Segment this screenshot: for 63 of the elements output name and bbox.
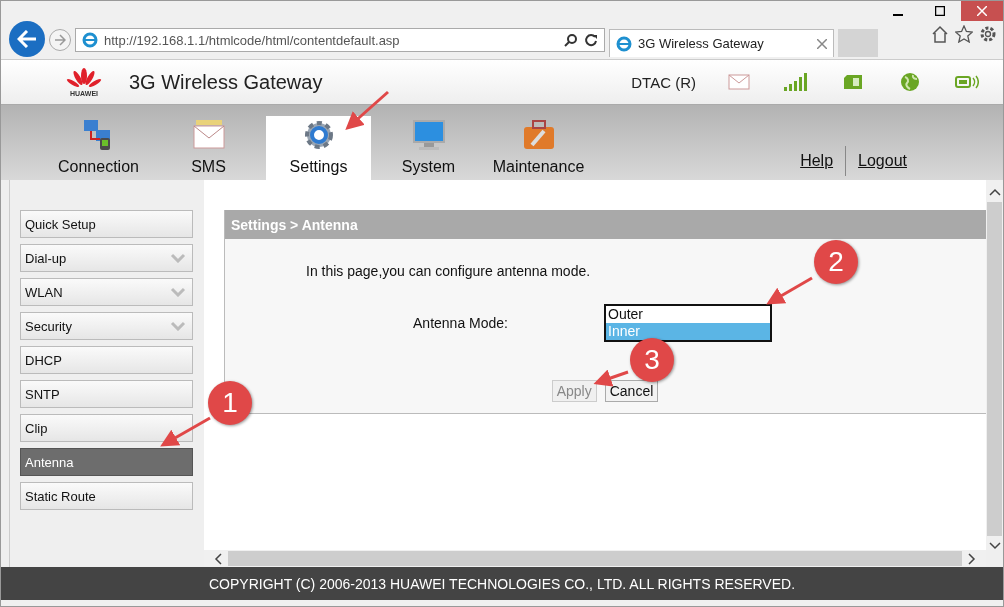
sidebar-item[interactable]: Quick Setup xyxy=(20,210,193,238)
refresh-icon[interactable] xyxy=(584,33,598,47)
intro-text: In this page,you can configure antenna mode. xyxy=(306,263,592,279)
maximize-icon xyxy=(935,6,945,16)
panel-title: Settings > Antenna xyxy=(225,210,986,239)
close-button[interactable] xyxy=(961,1,1003,21)
browser-e-icon xyxy=(616,35,632,52)
sidebar-item[interactable]: WLAN xyxy=(20,278,193,306)
operator-name: DTAC (R) xyxy=(631,73,696,91)
annotation-arrow xyxy=(593,369,629,387)
logout-link[interactable]: Logout xyxy=(858,152,907,170)
annotation-arrow xyxy=(345,90,389,130)
sidebar-item[interactable]: Antenna xyxy=(20,448,193,476)
chevron-down-icon xyxy=(170,253,186,263)
minimize-icon xyxy=(893,14,903,16)
nav-tab[interactable]: Connection xyxy=(46,116,151,180)
toolbox-icon xyxy=(521,118,556,152)
settings-icon[interactable] xyxy=(979,25,997,43)
app-title: 3G Wireless Gateway xyxy=(129,70,323,94)
sim-card-icon xyxy=(842,74,863,90)
sidebar-item[interactable]: Security xyxy=(20,312,193,340)
globe-icon xyxy=(899,72,920,92)
sidebar-item[interactable]: DHCP xyxy=(20,346,193,374)
annotation-arrow xyxy=(160,416,211,447)
address-bar[interactable]: http://192.168.1.1/htmlcode/html/contentdefault.asp xyxy=(75,28,605,52)
sidebar-item[interactable]: Dial-up xyxy=(20,244,193,272)
annotation-arrow xyxy=(766,276,813,305)
left-arrow-icon xyxy=(17,30,37,48)
forward-button[interactable] xyxy=(49,29,71,51)
browser-e-icon xyxy=(82,32,98,48)
nav-tab[interactable]: Settings xyxy=(266,116,371,180)
scroll-right-icon[interactable] xyxy=(968,552,976,565)
nav-tab[interactable]: Maintenance xyxy=(486,116,591,180)
scroll-up-icon[interactable] xyxy=(988,188,1001,196)
monitor-icon xyxy=(411,118,446,152)
nav-tab[interactable]: SMS xyxy=(156,116,261,180)
signal-icon xyxy=(783,73,808,91)
copyright-footer: COPYRIGHT (C) 2006-2013 HUAWEI TECHNOLOGIES CO., LTD. ALL RIGHTS RESERVED. xyxy=(1,567,1003,600)
cancel-button[interactable]: Cancel xyxy=(604,380,659,402)
help-link[interactable]: Help xyxy=(800,152,834,170)
field-label: Antenna Mode: xyxy=(412,315,508,331)
right-arrow-icon xyxy=(54,34,66,46)
petal-logo-icon xyxy=(66,67,102,90)
sidebar-item[interactable]: SNTP xyxy=(20,380,193,408)
wifi-device-icon xyxy=(954,74,979,90)
chevron-down-icon xyxy=(170,287,186,297)
envelope-icon xyxy=(191,118,226,152)
close-icon[interactable] xyxy=(817,38,827,49)
antenna-mode-list[interactable]: Outer Inner xyxy=(604,304,772,342)
browser-tab[interactable]: 3G Wireless Gateway xyxy=(609,29,834,57)
search-icon[interactable] xyxy=(564,33,578,47)
scroll-down-icon[interactable] xyxy=(988,542,1001,550)
chevron-down-icon xyxy=(170,321,186,331)
home-icon[interactable] xyxy=(931,25,949,43)
sidebar-item[interactable]: Static Route xyxy=(20,482,193,510)
scroll-left-icon[interactable] xyxy=(214,552,222,565)
sidebar-item[interactable]: Clip xyxy=(20,414,193,442)
close-icon xyxy=(977,6,987,16)
star-icon[interactable] xyxy=(955,25,973,43)
url-text: http://192.168.1.1/htmlcode/html/contentdefault.asp xyxy=(104,32,401,48)
back-button[interactable] xyxy=(9,21,45,57)
nav-tab[interactable]: System xyxy=(376,116,481,180)
list-option[interactable]: Outer xyxy=(606,306,770,323)
